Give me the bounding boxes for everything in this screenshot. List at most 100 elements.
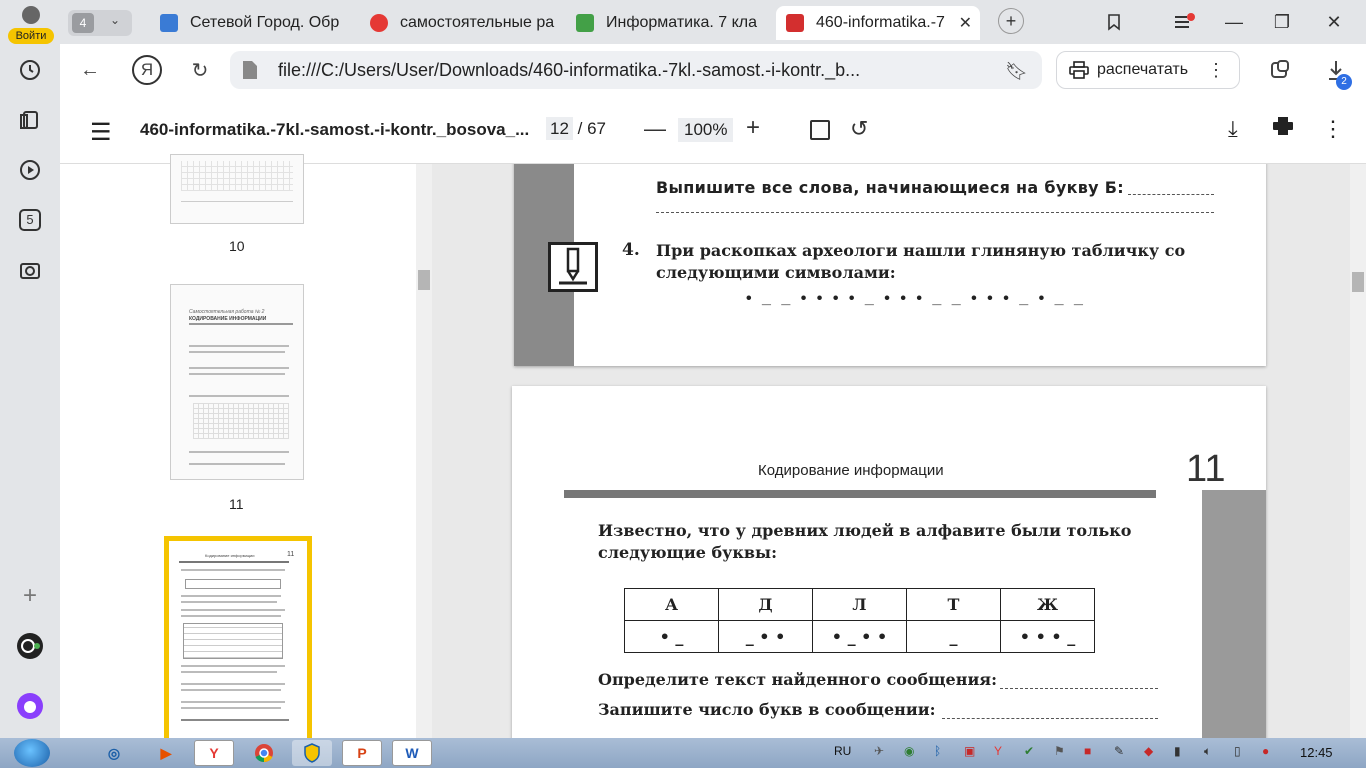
book-favicon-icon (576, 14, 594, 32)
pdf-more-icon[interactable]: ⋮ (1322, 116, 1344, 142)
chrome-icon[interactable] (244, 740, 284, 766)
tray-flash-icon[interactable]: ■ (1084, 744, 1091, 758)
screenshot-icon[interactable] (14, 254, 46, 286)
collections-icon[interactable] (14, 104, 46, 136)
zoom-in-button[interactable]: + (746, 114, 760, 142)
history-icon[interactable] (14, 54, 46, 86)
intro-text: Известно, что у древних людей в алфавите… (598, 521, 1132, 562)
counter-five-icon[interactable]: 5 (14, 204, 46, 236)
table-cell: • • • _ (1000, 620, 1095, 653)
thumbnail-page-11[interactable]: Самостоятельная работа № 2 КОДИРОВАНИЕ И… (170, 284, 304, 480)
signal-icon[interactable]: ▮ (1174, 744, 1181, 758)
thumbnail-label-10: 10 (229, 238, 245, 254)
tray-yandex-icon[interactable]: Y (994, 744, 1002, 758)
chevron-down-icon: ⌄ (110, 13, 121, 27)
download-pdf-icon[interactable]: ⤓ (1228, 116, 1238, 142)
downloads-badge: 2 (1336, 74, 1352, 90)
tab-count: 4 (72, 13, 94, 33)
print-pdf-icon[interactable] (1272, 116, 1294, 142)
tab-bar: 4 ⌄ Сетевой Город. Обр самостоятельные р… (60, 0, 1366, 44)
table-cell: Ж (1000, 588, 1095, 621)
battery-icon[interactable]: ▯ (1234, 744, 1241, 758)
thumbnail-page-10[interactable] (170, 154, 304, 224)
zoom-level-input[interactable]: 100% (678, 118, 734, 142)
fit-to-page-icon[interactable] (810, 120, 830, 140)
browser-sidebar: Войти 5 + (0, 0, 60, 738)
thumbnail-page-12-selected[interactable]: Кодирование информации 11 (164, 536, 312, 746)
login-button[interactable]: Войти (8, 4, 54, 44)
table-cell: А (624, 588, 719, 621)
symbol-sequence: • _ _ • • • • _ • • • _ _ • • • _ • _ _ (746, 290, 1086, 307)
site-favicon-icon (160, 14, 178, 32)
pen-task-icon (548, 242, 598, 292)
tab-pdf-active[interactable]: 460-informatika.-7 ✕ (776, 6, 980, 40)
page-indicator: 12 / 67 (546, 117, 606, 140)
yandex-logo-icon[interactable]: Я (132, 55, 162, 85)
start-button[interactable] (14, 739, 50, 767)
tray-globe-icon[interactable]: ◉ (904, 744, 914, 758)
tab-setevoy-gorod[interactable]: Сетевой Город. Обр (160, 6, 360, 40)
word-icon[interactable]: W (392, 740, 432, 766)
print-button[interactable]: распечатать ⋮ (1056, 51, 1240, 89)
close-tab-icon[interactable]: ✕ (959, 13, 972, 33)
media-player-icon[interactable]: ▶ (146, 740, 186, 766)
tab-counter[interactable]: 4 ⌄ (68, 10, 132, 36)
play-icon[interactable] (14, 154, 46, 186)
tray-acrobat-icon[interactable]: ◆ (1144, 744, 1153, 758)
hamburger-menu-icon[interactable]: ☰ (90, 118, 112, 147)
language-indicator[interactable]: RU (834, 744, 851, 758)
security-shield-icon[interactable] (292, 740, 332, 766)
extensions-icon[interactable] (1266, 56, 1294, 84)
close-window-icon[interactable]: ✕ (1320, 8, 1348, 36)
address-field[interactable]: file:///C:/Users/User/Downloads/460-info… (230, 51, 1042, 89)
restore-icon[interactable]: ❐ (1268, 8, 1296, 36)
tray-flag-icon[interactable]: ⚑ (1054, 744, 1065, 758)
header-rule (564, 490, 1156, 498)
thumbnail-scrollbar[interactable] (416, 164, 432, 738)
back-arrow-icon[interactable]: ← (76, 56, 104, 84)
bookmark-icon[interactable]: 🔖︎ (1005, 61, 1028, 82)
table-cell: Д (718, 588, 813, 621)
zoom-out-button[interactable]: — (644, 116, 666, 142)
bluetooth-icon[interactable]: ᛒ (934, 744, 941, 758)
windows-taskbar: ◎ ▶ Y P W RU ✈ ◉ ᛒ ▣ Y ✔ ⚑ ■ ✎ ◆ ▮ 🔈︎ ▯ … (0, 738, 1366, 768)
pdf-favicon-icon (786, 14, 804, 32)
clock[interactable]: 12:45 (1300, 745, 1333, 760)
menu-with-notification-icon[interactable] (1170, 8, 1198, 36)
bookmark-panel-icon[interactable] (1100, 8, 1128, 36)
tray-shield-icon[interactable]: ▣ (964, 744, 975, 758)
answer-line (942, 718, 1158, 719)
tray-network-icon[interactable]: ✈ (874, 744, 884, 758)
table-cell: _ (906, 620, 1001, 653)
tray-app-icon[interactable]: ✎ (1114, 744, 1124, 758)
yandex-browser-icon[interactable]: Y (194, 740, 234, 766)
tray-check-icon[interactable]: ✔ (1024, 744, 1034, 758)
pdf-page-top: Выпишите все слова, начинающиеся на букв… (514, 164, 1266, 366)
current-page-input[interactable]: 12 (546, 117, 573, 140)
volume-icon[interactable]: 🔈︎ (1204, 744, 1211, 759)
tab-label: 460-informatika.-7 (816, 14, 945, 31)
viewer-scrollbar[interactable] (1350, 164, 1366, 738)
add-panel-icon[interactable]: + (14, 580, 46, 612)
tab-label: самостоятельные ра (400, 14, 555, 31)
rotate-icon[interactable]: ↺ (850, 116, 868, 142)
powerpoint-icon[interactable]: P (342, 740, 382, 766)
question-text: Выпишите все слова, начинающиеся на букв… (656, 178, 1124, 197)
pdf-viewer: Выпишите все слова, начинающиеся на букв… (432, 164, 1366, 738)
tab-informatika[interactable]: Информатика. 7 кла (576, 6, 776, 40)
ie-icon[interactable]: ◎ (94, 740, 134, 766)
question-text: Запишите число букв в сообщении: (598, 700, 936, 719)
reload-icon[interactable]: ↻ (186, 56, 214, 84)
tray-security-icon[interactable]: ● (1262, 744, 1269, 758)
alice-icon[interactable] (14, 690, 46, 722)
print-label: распечатать (1097, 61, 1189, 78)
answer-line (1000, 688, 1158, 689)
table-cell: _ • • (718, 620, 813, 653)
file-icon (243, 61, 257, 79)
table-row: А Д Л Т Ж (624, 588, 1095, 621)
minimize-icon[interactable]: — (1220, 8, 1248, 36)
new-tab-button[interactable]: + (998, 8, 1024, 34)
alice-ring-icon[interactable] (14, 630, 46, 662)
more-vertical-icon[interactable]: ⋮ (1207, 60, 1225, 81)
tab-samostoyatelnye[interactable]: самостоятельные ра (370, 6, 570, 40)
